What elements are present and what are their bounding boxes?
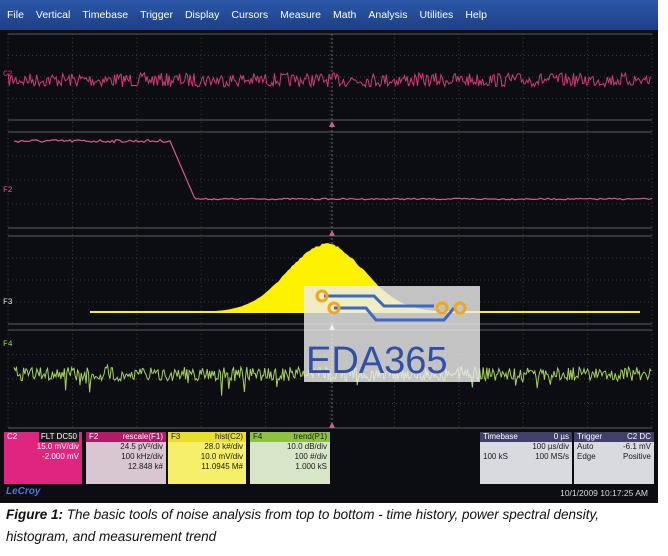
c2-name: C2 — [7, 432, 18, 441]
f4-row1: 10.0 dB/div — [286, 442, 327, 451]
f2-func: rescale(F1) — [122, 432, 163, 441]
f2-row1: 24.5 pV²/div — [120, 442, 163, 451]
timebase-info[interactable]: Timebase 0 µs 100 µs/div 100 kS 100 MS/s — [480, 432, 572, 484]
trace-label-f2[interactable]: F2 — [3, 186, 13, 195]
trigger-type: Edge — [577, 452, 596, 461]
trigger-source-badge: C2 DC — [626, 432, 651, 441]
f4-func: trend(P1) — [293, 432, 327, 441]
trigger-marker-top — [329, 121, 335, 127]
timebase-delay: 0 µs — [553, 432, 569, 441]
lecroy-logo: LeCroy — [6, 486, 41, 497]
circuit-icon — [315, 289, 467, 322]
trigger-title: Trigger — [577, 432, 603, 441]
c2-vdiv: 15.0 mV/div — [36, 442, 79, 451]
caption-text: The basic tools of noise analysis from t… — [6, 507, 600, 544]
trigger-info[interactable]: Trigger C2 DC Auto -6.1 mV Edge Positive — [574, 432, 654, 484]
trigger-level: -6.1 mV — [622, 442, 651, 451]
timebase-rate: 100 MS/s — [535, 452, 569, 461]
trigger-mode: Auto — [577, 442, 594, 451]
f3-row2: 10.0 mV/div — [200, 452, 243, 461]
f4-name: F4 — [253, 432, 263, 441]
f2-name: F2 — [89, 432, 99, 441]
f4-row2: 100 #/div — [294, 452, 327, 461]
f3-row3: 11.0945 M# — [201, 462, 243, 471]
caption-figure-number: Figure 1: — [6, 507, 64, 522]
function-f3-info[interactable]: F3 hist(C2) 28.0 k#/div 10.0 mV/div 11.09… — [168, 432, 246, 484]
timestamp: 10/1/2009 10:17:25 AM — [560, 488, 648, 498]
timebase-samples: 100 kS — [483, 452, 508, 461]
trace-label-c2[interactable]: C2 — [3, 70, 13, 79]
c2-offset: -2.000 mV — [42, 452, 79, 461]
timebase-title: Timebase — [483, 432, 518, 441]
waveform-area[interactable] — [0, 0, 658, 503]
trace-c2-time-history — [7, 71, 652, 89]
trace-f2-psd — [13, 138, 653, 201]
channel-c2-info[interactable]: C2 FLT DC50 15.0 mV/div -2.000 mV — [4, 432, 82, 484]
function-f4-info[interactable]: F4 trend(P1) 10.0 dB/div 100 #/div 1.000 … — [250, 432, 330, 484]
figure-caption: Figure 1: The basic tools of noise analy… — [6, 504, 656, 548]
watermark-text: EDA365 — [306, 340, 448, 382]
f2-row2: 100 kHz/div — [121, 452, 163, 461]
f3-func: hist(C2) — [214, 432, 243, 441]
function-f2-info[interactable]: F2 rescale(F1) 24.5 pV²/div 100 kHz/div 1… — [86, 432, 166, 484]
timebase-scale: 100 µs/div — [532, 442, 569, 451]
f3-name: F3 — [171, 432, 181, 441]
c2-coupling-badge: FLT DC50 — [38, 432, 79, 442]
f2-row3: 12.848 k# — [127, 462, 163, 471]
trace-label-f3[interactable]: F3 — [3, 298, 13, 307]
oscilloscope-display: File Vertical Timebase Trigger Display C… — [0, 0, 658, 503]
f3-row1: 28.0 k#/div — [204, 442, 243, 451]
trigger-slope: Positive — [622, 452, 651, 461]
f4-row3: 1.000 kS — [295, 462, 327, 471]
trace-label-f4[interactable]: F4 — [3, 340, 13, 349]
